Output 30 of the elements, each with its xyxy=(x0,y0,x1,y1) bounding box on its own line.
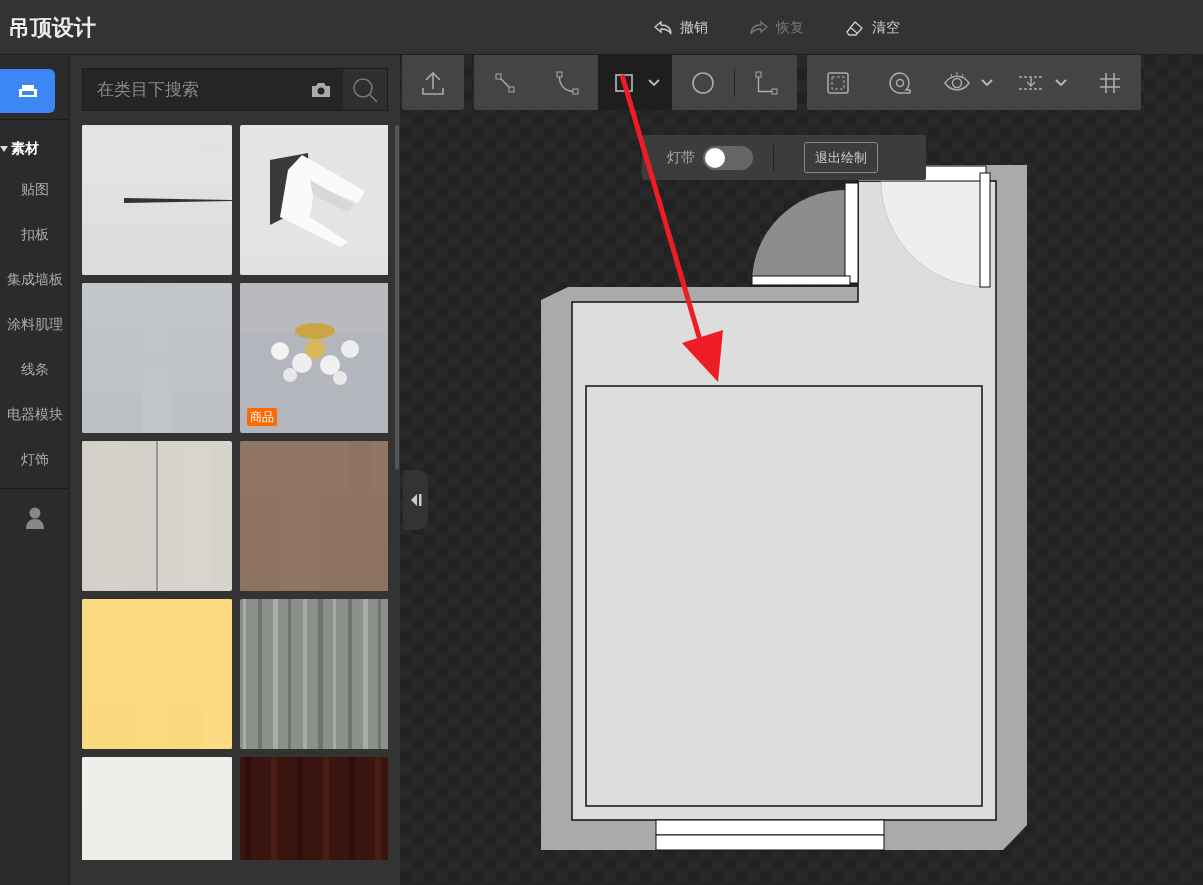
corner-icon xyxy=(752,68,780,97)
curve-icon xyxy=(553,68,581,97)
search-button[interactable] xyxy=(343,69,387,110)
search-field[interactable]: 在类目下搜索 xyxy=(83,75,311,104)
category-header[interactable]: 素材 xyxy=(0,120,69,167)
category-item[interactable]: 线条 xyxy=(0,347,69,392)
category-item[interactable]: 贴图 xyxy=(0,167,69,212)
materials-button[interactable] xyxy=(0,69,55,113)
collapse-icon xyxy=(409,493,422,507)
app-title: 吊顶设计 xyxy=(7,13,96,42)
light-strip-label: 灯带 xyxy=(667,148,695,167)
camera-icon[interactable] xyxy=(311,81,331,98)
toggle-switch[interactable] xyxy=(703,145,753,170)
scrollbar[interactable] xyxy=(395,125,399,470)
category-item[interactable]: 灯饰 xyxy=(0,437,69,482)
search-bar[interactable]: 在类目下搜索 xyxy=(82,68,388,111)
category-item[interactable]: 电器模块 xyxy=(0,392,69,437)
category-item[interactable]: 扣板 xyxy=(0,212,69,257)
collapse-panel-button[interactable] xyxy=(403,470,428,530)
exit-drawing-button[interactable]: 退出绘制 xyxy=(804,141,878,174)
clear-button[interactable]: 清空 xyxy=(844,17,900,38)
undo-icon xyxy=(652,18,674,37)
category-item[interactable]: 涂料肌理 xyxy=(0,302,69,347)
category-item[interactable]: 集成墙板 xyxy=(0,257,69,302)
caret-icon xyxy=(0,144,8,153)
redo-icon xyxy=(748,18,770,37)
user-icon[interactable] xyxy=(24,507,45,529)
undo-button[interactable]: 撤销 xyxy=(652,17,708,38)
search-icon xyxy=(352,76,378,103)
rectangle-tool-button[interactable] xyxy=(598,55,672,110)
